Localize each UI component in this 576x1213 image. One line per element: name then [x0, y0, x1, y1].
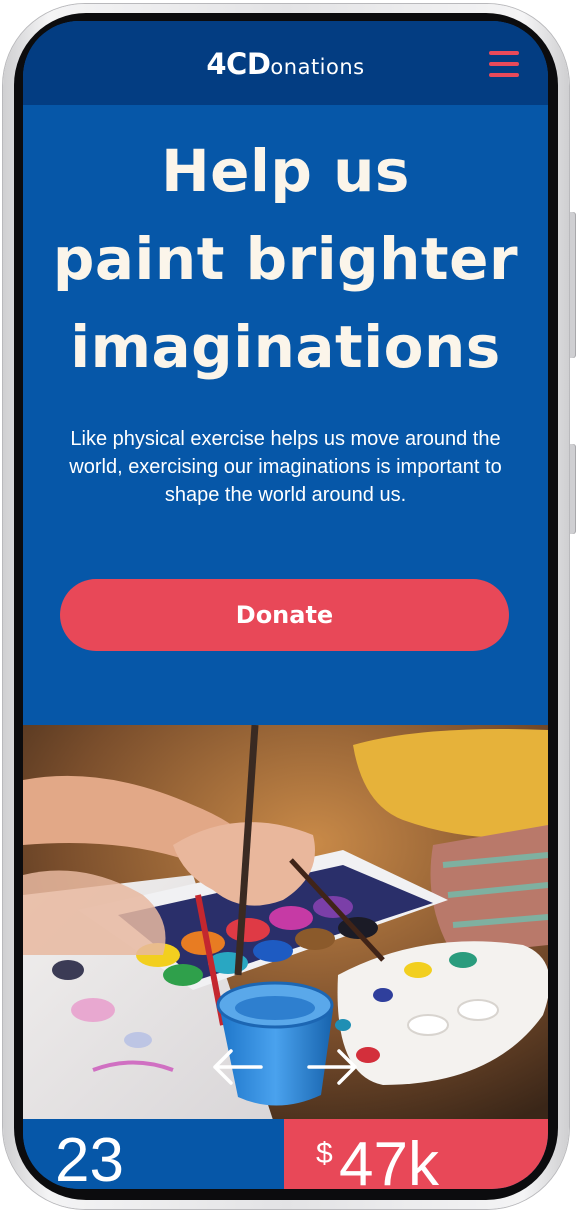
stat-card-right: $ 47k	[284, 1119, 548, 1189]
hero-title: Help us paint brighter imaginations	[23, 127, 548, 391]
top-navbar: 4CDonations	[23, 21, 548, 105]
arrow-right-icon[interactable]	[305, 1047, 361, 1087]
logo-light-text: onations	[270, 55, 365, 79]
stat-currency-symbol: $	[316, 1137, 333, 1170]
app-screen: 4CDonations Help us paint brighter imagi…	[23, 21, 548, 1189]
donate-button[interactable]: Donate	[60, 579, 509, 651]
arrow-left-icon[interactable]	[209, 1047, 265, 1087]
hero-photo-carousel	[23, 725, 548, 1120]
hero-title-line: Help us	[161, 137, 410, 205]
volume-button	[570, 212, 576, 358]
stat-left-value: 23	[55, 1126, 124, 1189]
brand-logo[interactable]: 4CDonations	[23, 47, 548, 81]
hero-title-line: paint brighter	[52, 225, 519, 293]
stat-right-value: 47k	[339, 1130, 439, 1189]
power-button	[570, 444, 576, 534]
hero-title-line: imaginations	[70, 313, 501, 381]
hero-subtitle: Like physical exercise helps us move aro…	[69, 428, 502, 506]
logo-bold-text: 4CD	[206, 47, 271, 81]
stat-card-left: 23	[23, 1119, 284, 1189]
hamburger-icon[interactable]	[489, 51, 519, 77]
painting-photo	[23, 725, 548, 1120]
